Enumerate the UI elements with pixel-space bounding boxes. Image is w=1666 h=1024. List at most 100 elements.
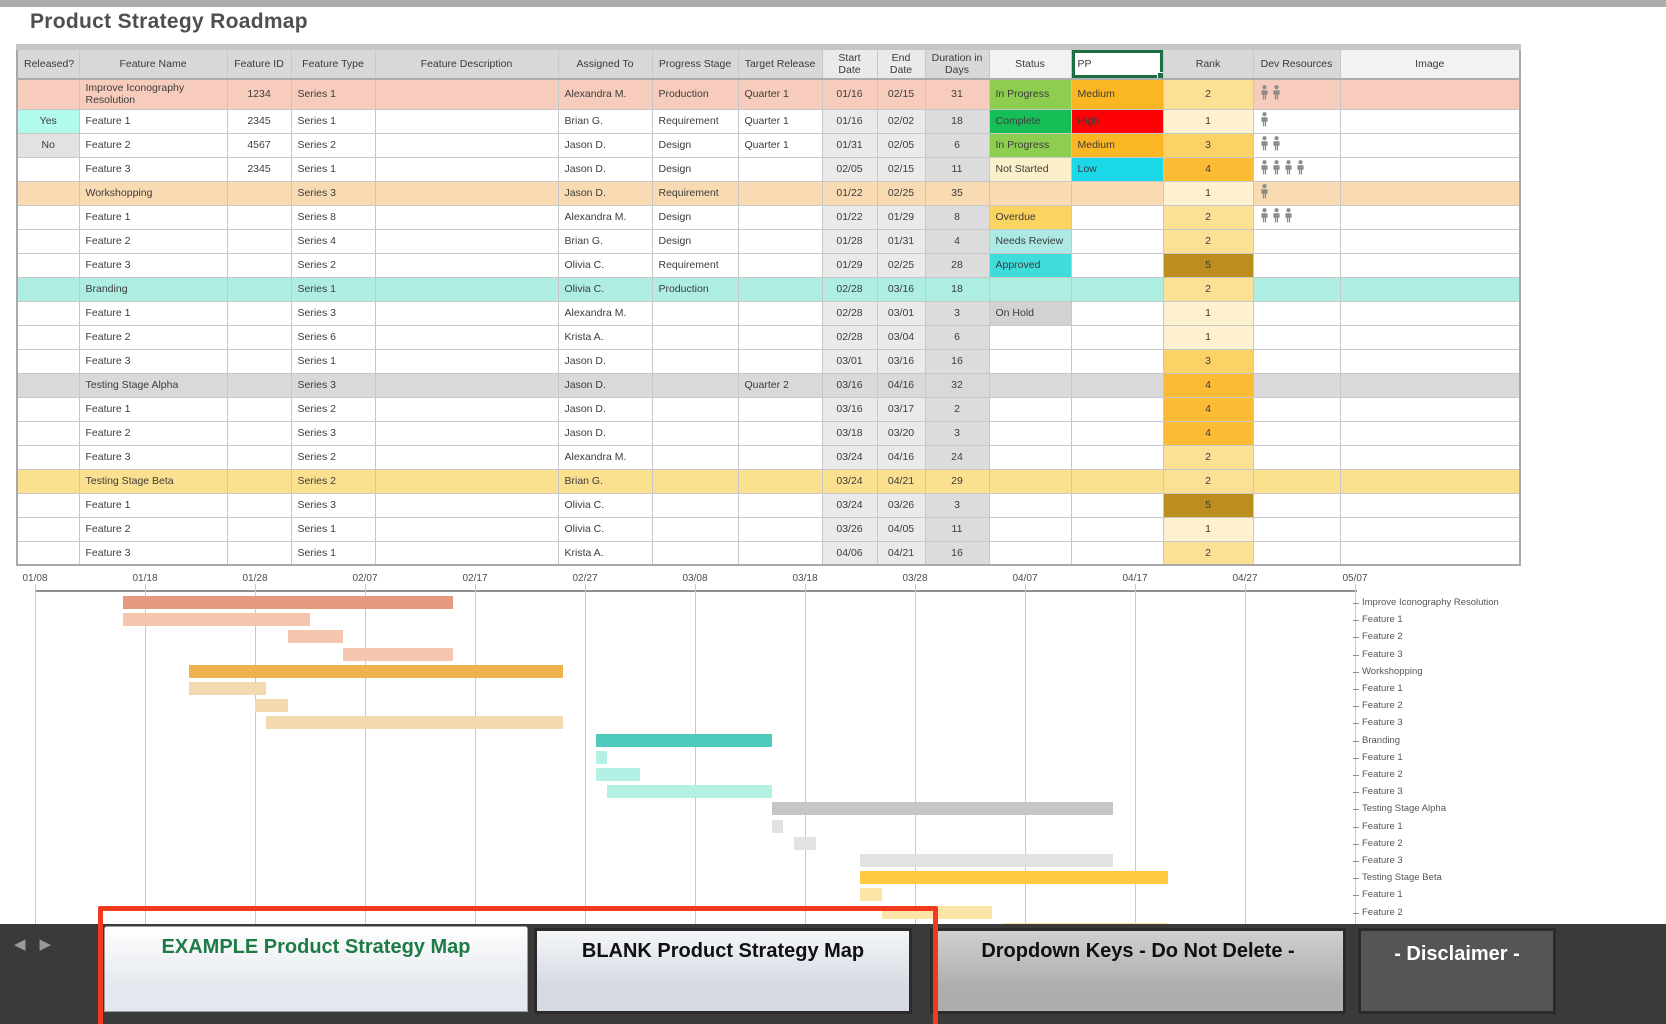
cell-desc[interactable] [375,277,558,301]
cell-dev[interactable] [1253,493,1340,517]
header-end[interactable]: End Date [877,47,925,79]
cell-type[interactable]: Series 1 [291,79,375,109]
cell-start[interactable]: 01/22 [822,181,877,205]
cell-desc[interactable] [375,349,558,373]
cell-end[interactable]: 04/05 [877,517,925,541]
cell-type[interactable]: Series 1 [291,517,375,541]
cell-end[interactable]: 01/31 [877,229,925,253]
cell-start[interactable]: 01/29 [822,253,877,277]
cell-pp[interactable] [1071,469,1163,493]
cell-start[interactable]: 02/28 [822,301,877,325]
cell-status[interactable] [989,325,1071,349]
cell-fid[interactable] [227,517,291,541]
header-dev[interactable]: Dev Resources [1253,47,1340,79]
cell-end[interactable]: 03/16 [877,277,925,301]
cell-asg[interactable]: Alexandra M. [558,445,652,469]
cell-dur[interactable]: 31 [925,79,989,109]
cell-start[interactable]: 03/01 [822,349,877,373]
tab-dropdown-keys[interactable]: Dropdown Keys - Do Not Delete - [930,928,1346,1014]
cell-status[interactable] [989,181,1071,205]
cell-pp[interactable] [1071,397,1163,421]
cell-tgt[interactable] [738,277,822,301]
cell-fid[interactable] [227,253,291,277]
cell-dur[interactable]: 2 [925,397,989,421]
cell-tgt[interactable]: Quarter 1 [738,133,822,157]
cell-name[interactable]: Testing Stage Alpha [79,373,227,397]
cell-desc[interactable] [375,541,558,565]
cell-rank[interactable]: 1 [1163,181,1253,205]
cell-img[interactable] [1340,133,1520,157]
cell-type[interactable]: Series 1 [291,109,375,133]
cell-tgt[interactable] [738,325,822,349]
cell-desc[interactable] [375,133,558,157]
cell-img[interactable] [1340,421,1520,445]
cell-start[interactable]: 02/28 [822,325,877,349]
cell-rel[interactable] [17,541,79,565]
tab-example-product-strategy-map[interactable]: EXAMPLE Product Strategy Map [104,926,528,1012]
cell-tgt[interactable]: Quarter 2 [738,373,822,397]
cell-status[interactable] [989,445,1071,469]
cell-pp[interactable] [1071,493,1163,517]
cell-end[interactable]: 02/02 [877,109,925,133]
cell-tgt[interactable] [738,445,822,469]
cell-desc[interactable] [375,229,558,253]
selection-fill-handle[interactable] [1157,72,1164,79]
cell-asg[interactable]: Krista A. [558,325,652,349]
cell-stage[interactable] [652,301,738,325]
cell-end[interactable]: 04/16 [877,445,925,469]
cell-img[interactable] [1340,541,1520,565]
cell-dev[interactable] [1253,205,1340,229]
header-fid[interactable]: Feature ID [227,47,291,79]
cell-img[interactable] [1340,373,1520,397]
cell-dur[interactable]: 3 [925,421,989,445]
cell-status[interactable]: On Hold [989,301,1071,325]
cell-type[interactable]: Series 2 [291,469,375,493]
cell-stage[interactable]: Requirement [652,109,738,133]
cell-status[interactable]: Overdue [989,205,1071,229]
cell-stage[interactable] [652,493,738,517]
cell-name[interactable]: Feature 1 [79,397,227,421]
cell-name[interactable]: Branding [79,277,227,301]
cell-name[interactable]: Feature 1 [79,205,227,229]
cell-fid[interactable]: 2345 [227,157,291,181]
cell-name[interactable]: Feature 2 [79,517,227,541]
cell-fid[interactable] [227,397,291,421]
cell-dur[interactable]: 6 [925,133,989,157]
cell-name[interactable]: Feature 2 [79,133,227,157]
cell-img[interactable] [1340,229,1520,253]
cell-status[interactable] [989,493,1071,517]
cell-stage[interactable]: Design [652,133,738,157]
cell-desc[interactable] [375,79,558,109]
cell-name[interactable]: Improve Iconography Resolution [79,79,227,109]
cell-dev[interactable] [1253,517,1340,541]
cell-start[interactable]: 01/22 [822,205,877,229]
header-type[interactable]: Feature Type [291,47,375,79]
cell-stage[interactable] [652,397,738,421]
cell-fid[interactable] [227,373,291,397]
cell-pp[interactable] [1071,373,1163,397]
cell-dev[interactable] [1253,421,1340,445]
cell-end[interactable]: 03/04 [877,325,925,349]
cell-tgt[interactable] [738,517,822,541]
cell-start[interactable]: 02/28 [822,277,877,301]
cell-name[interactable]: Feature 1 [79,301,227,325]
cell-end[interactable]: 03/26 [877,493,925,517]
cell-status[interactable] [989,373,1071,397]
cell-start[interactable]: 03/16 [822,397,877,421]
cell-rank[interactable]: 4 [1163,373,1253,397]
cell-dev[interactable] [1253,397,1340,421]
cell-rank[interactable]: 5 [1163,493,1253,517]
cell-asg[interactable]: Olivia C. [558,277,652,301]
cell-type[interactable]: Series 3 [291,421,375,445]
cell-rel[interactable] [17,421,79,445]
cell-stage[interactable]: Production [652,79,738,109]
cell-type[interactable]: Series 3 [291,493,375,517]
cell-tgt[interactable] [738,397,822,421]
header-img[interactable]: Image [1340,47,1520,79]
cell-tgt[interactable] [738,349,822,373]
cell-stage[interactable] [652,325,738,349]
cell-stage[interactable]: Design [652,157,738,181]
header-desc[interactable]: Feature Description [375,47,558,79]
cell-img[interactable] [1340,277,1520,301]
cell-type[interactable]: Series 3 [291,301,375,325]
